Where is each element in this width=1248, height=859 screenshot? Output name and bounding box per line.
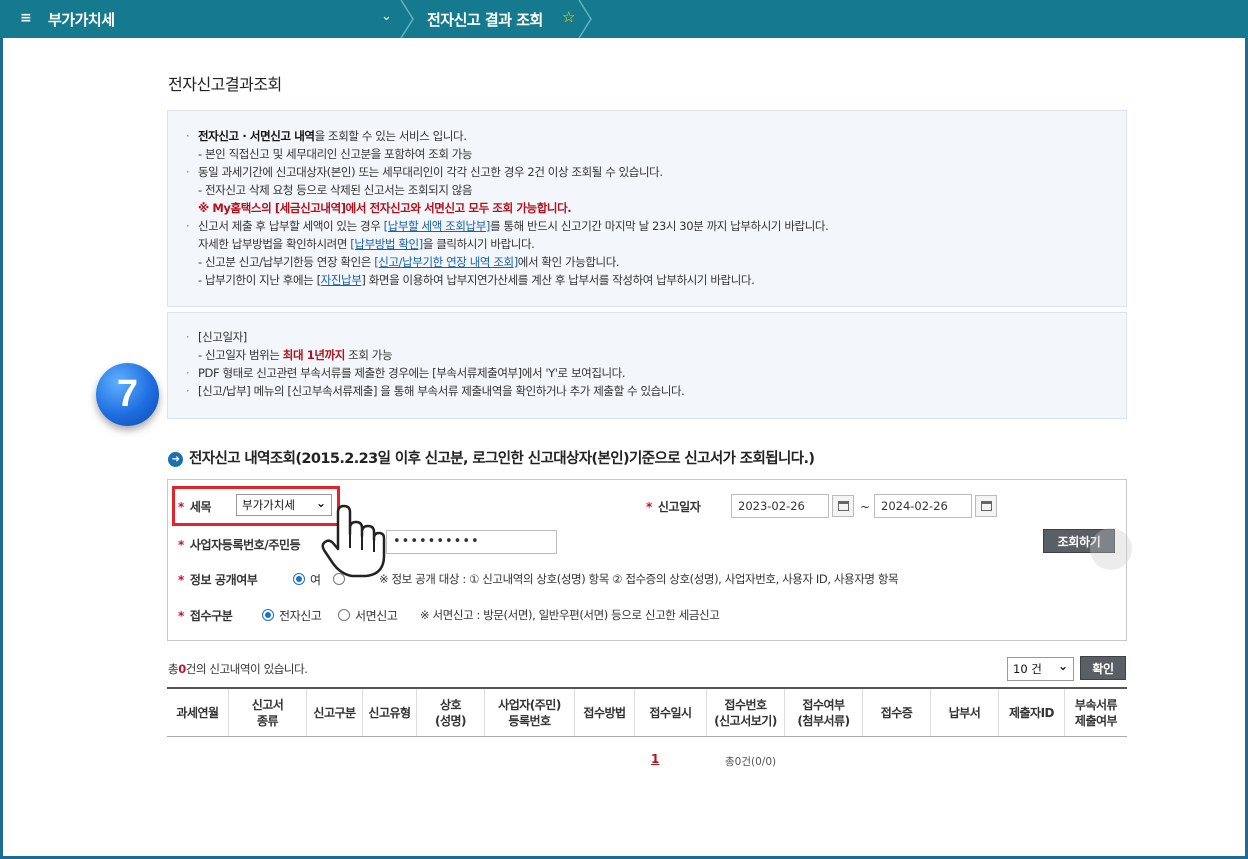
notice-text: [신고/납부] 메뉴의 [신고부속서류제출] 을 통해 부속서류 제출내역을 확…	[198, 384, 685, 398]
table-header-cell: 사업자(주민) 등록번호	[485, 689, 575, 736]
notice-warning: 최대 1년까지	[282, 348, 346, 362]
table-header-cell: 접수번호 (신고서보기)	[707, 689, 785, 736]
self-payment-link[interactable]: 자진납부	[321, 273, 362, 287]
results-table: 과세연월 신고서 종류 신고구분 신고유형 상호 (성명) 사업자(주민) 등록번호 접수방법 접수…	[167, 687, 1127, 737]
top-navigation-bar: ≡ 부가가치세 ⌄ 전자신고 결과 조회 ☆	[0, 0, 1248, 38]
query-heading-text: 전자신고 내역조회(2015.2.23일 이후 신고분, 로그인한 신고대상자(…	[189, 451, 815, 467]
chevron-down-icon: ⌄	[1057, 659, 1068, 673]
table-header-cell: 접수일시	[635, 689, 707, 736]
notice-text: 신고서 제출 후 납부할 세액이 있는 경우	[198, 219, 384, 233]
menu-icon[interactable]: ≡	[20, 10, 32, 26]
calendar-icon[interactable]	[975, 495, 997, 517]
business-number-input[interactable]: ••••••••••	[386, 530, 557, 554]
business-number-label: * 사업자등록번호/주민등	[178, 538, 301, 552]
confirm-button[interactable]: 확인	[1080, 656, 1126, 680]
notice-text: 을 클릭하시기 바랍니다.	[422, 237, 535, 251]
table-header-row: 과세연월 신고서 종류 신고구분 신고유형 상호 (성명) 사업자(주민) 등록번호 접수방법 접수…	[167, 689, 1127, 737]
receipt-paper-label: 서면신고	[355, 609, 398, 623]
table-header-cell: 신고유형	[363, 689, 417, 736]
disclose-yes-radio[interactable]	[293, 573, 305, 585]
table-header-cell: 부속서류 제출여부	[1074, 697, 1118, 728]
notice-text: 를 통해 반드시 신고기간 마지막 날 23시 30분 까지 납부하시기 바랍니…	[489, 219, 829, 233]
date-to-input[interactable]: 2024-02-26	[874, 494, 972, 518]
table-header-cell: 신고서 종류	[229, 689, 307, 736]
notice-text: - 신고분 신고/납부기한등 연장 확인은	[198, 255, 375, 269]
extension-history-link[interactable]: [신고/납부기한 연장 내역 조회]	[374, 255, 518, 269]
arrow-right-icon: ➜	[168, 452, 183, 467]
notice-text: 조회 가능	[344, 348, 393, 362]
disclosure-note: ※ 정보 공개 대상 : ① 신고내역의 상호(성명) 항목 ② 접수증의 상호…	[379, 572, 899, 586]
notice-bold: 전자신고 · 서면신고 내역	[198, 129, 315, 143]
total-count: 총0건(0/0)	[725, 756, 777, 768]
receipt-electronic-radio[interactable]	[262, 609, 274, 621]
breadcrumb-page-title: 전자신고 결과 조회	[427, 11, 543, 29]
disclosure-label: * 정보 공개여부	[178, 573, 258, 587]
notice-text: 동일 과세기간에 신고대상자(본인) 또는 세무대리인이 각각 신고한 경우 2…	[198, 165, 663, 179]
receipt-electronic-label: 전자신고	[279, 609, 322, 623]
result-count: 총0건의 신고내역이 있습니다.	[168, 662, 308, 676]
date-range-tilde: ~	[860, 500, 871, 514]
filing-date-label: * 신고일자	[646, 500, 701, 514]
notice-box: · 전자신고 · 서면신고 내역을 조회할 수 있는 서비스 입니다. - 본인 …	[167, 110, 1127, 307]
highlight-box	[172, 486, 340, 526]
hand-pointer-icon	[318, 500, 388, 580]
notice-text: - 본인 직접신고 및 세무대리인 신고분을 포함하여 조회 가능	[198, 147, 473, 161]
receipt-note: ※ 서면신고 : 방문(서면), 일반우편(서면) 등으로 신고한 세금신고	[420, 608, 720, 622]
notice-text: PDF 형태로 신고관련 부속서류를 제출한 경우에는 [부속서류제출여부]에서…	[198, 366, 626, 380]
table-header-cell: 접수여부 (첨부서류)	[785, 689, 863, 736]
page-link[interactable]: 1	[651, 752, 659, 766]
date-from-input[interactable]: 2023-02-26	[731, 494, 829, 518]
step-number-badge: 7	[96, 363, 159, 426]
table-header-cell: 접수증	[863, 689, 931, 736]
query-section-heading: ➜ 전자신고 내역조회(2015.2.23일 이후 신고분, 로그인한 신고대상자…	[168, 447, 815, 468]
receipt-paper-radio[interactable]	[338, 609, 350, 621]
page-size-select[interactable]: 10 건 ⌄	[1007, 657, 1074, 681]
notice-text: - 전자신고 삭제 요청 등으로 삭제된 신고서는 조회되지 않음	[198, 183, 473, 197]
calendar-icon[interactable]	[832, 495, 854, 517]
section-title[interactable]: 부가가치세	[48, 9, 115, 30]
notice-box-date: · [신고일자] - 신고일자 범위는 최대 1년까지 조회 가능 · PDF 형태…	[167, 312, 1127, 419]
table-header-cell: 상호 (성명)	[417, 689, 485, 736]
payment-method-link[interactable]: [납부방법 확인]	[350, 237, 423, 251]
table-header-cell: 제출자ID	[999, 689, 1065, 736]
chevron-down-icon[interactable]: ⌄	[381, 9, 392, 24]
click-indicator	[1090, 528, 1132, 570]
table-header-cell: 접수방법	[575, 689, 635, 736]
table-header-cell: 납부서	[931, 689, 999, 736]
table-header-cell: 과세연월	[167, 689, 229, 736]
notice-warning: ※ My홈택스의 [세금신고내역]에서 전자신고와 서면신고 모두 조회 가능합…	[198, 201, 572, 215]
notice-text: [신고일자]	[198, 330, 247, 344]
pay-tax-link[interactable]: [납부할 세액 조회납부]	[384, 219, 491, 233]
table-header-cell: 신고구분	[307, 689, 363, 736]
notice-text: 에서 확인 가능합니다.	[517, 255, 620, 269]
page-title: 전자신고결과조회	[168, 75, 282, 94]
notice-text: 자세한 납부방법을 확인하시려면	[198, 237, 351, 251]
breadcrumb-separator-icon	[398, 0, 416, 38]
notice-text: - 납부기한이 지난 후에는 [	[198, 273, 321, 287]
notice-text: - 신고일자 범위는	[198, 348, 283, 362]
favorite-star-icon[interactable]: ☆	[562, 8, 575, 26]
notice-text: ] 화면을 이용하여 납부지연가산세를 계산 후 납부서를 작성하여 납부하시기…	[361, 273, 755, 287]
notice-text: 을 조회할 수 있는 서비스 입니다.	[314, 129, 467, 143]
receipt-type-label: * 접수구분	[178, 609, 233, 623]
breadcrumb-separator-icon	[576, 0, 594, 38]
